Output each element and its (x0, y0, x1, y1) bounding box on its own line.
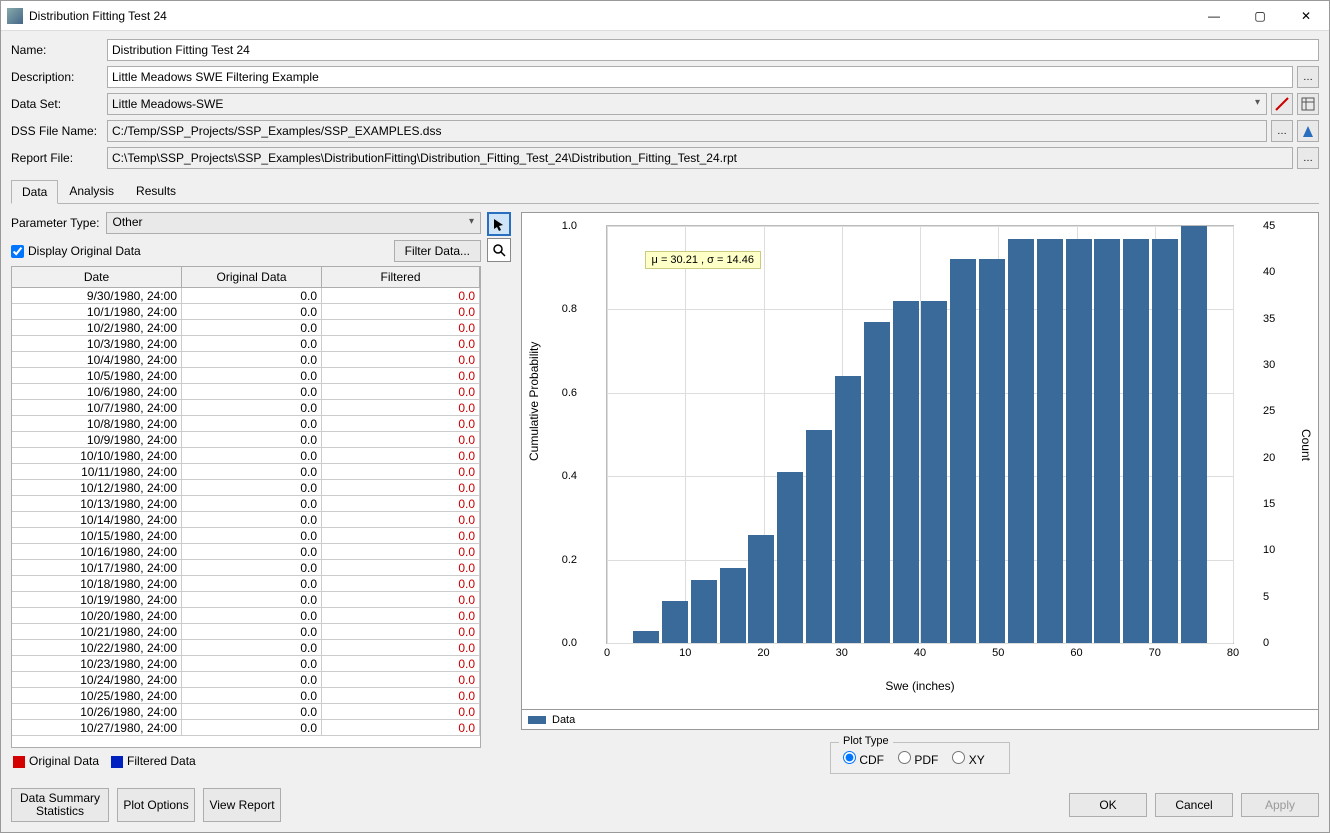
zoom-tool[interactable] (487, 238, 511, 262)
table-row[interactable]: 10/23/1980, 24:000.00.0 (12, 656, 480, 672)
y2-axis-label: Count (1299, 429, 1313, 461)
tab-results[interactable]: Results (125, 179, 187, 203)
report-label: Report File: (11, 151, 103, 165)
legend-data-label: Data (552, 714, 575, 726)
table-row[interactable]: 10/27/1980, 24:000.00.0 (12, 720, 480, 736)
table-row[interactable]: 10/19/1980, 24:000.00.0 (12, 592, 480, 608)
table-row[interactable]: 10/18/1980, 24:000.00.0 (12, 576, 480, 592)
name-label: Name: (11, 43, 103, 57)
data-grid: Date Original Data Filtered 9/30/1980, 2… (11, 266, 481, 748)
window: Distribution Fitting Test 24 — ▢ ✕ Name:… (0, 0, 1330, 833)
radio-pdf[interactable]: PDF (898, 751, 938, 767)
display-original-check-input[interactable] (11, 245, 24, 258)
y-axis-label: Cumulative Probability (527, 342, 541, 461)
report-browse-button[interactable]: … (1297, 147, 1319, 169)
plot-options-button[interactable]: Plot Options (117, 788, 195, 822)
radio-cdf[interactable]: CDF (843, 751, 884, 767)
table-row[interactable]: 10/13/1980, 24:000.00.0 (12, 496, 480, 512)
table-row[interactable]: 10/22/1980, 24:000.00.0 (12, 640, 480, 656)
dssfile-field: C:/Temp/SSP_Projects/SSP_Examples/SSP_EX… (107, 120, 1267, 142)
table-row[interactable]: 10/16/1980, 24:000.00.0 (12, 544, 480, 560)
chart-annotation: μ = 30.21 , σ = 14.46 (645, 251, 761, 269)
plot-area: 0.00.20.40.60.81.00510152025303540450102… (582, 225, 1258, 644)
content: Parameter Type: Other Display Original D… (1, 204, 1329, 782)
table-row[interactable]: 10/2/1980, 24:000.00.0 (12, 320, 480, 336)
table-row[interactable]: 10/15/1980, 24:000.00.0 (12, 528, 480, 544)
grid-header: Date Original Data Filtered (12, 267, 480, 288)
parameter-type-combo[interactable]: Other (106, 212, 482, 234)
dataset-plot-icon[interactable] (1271, 93, 1293, 115)
table-row[interactable]: 10/20/1980, 24:000.00.0 (12, 608, 480, 624)
col-original[interactable]: Original Data (182, 267, 322, 287)
form-area: Name: Distribution Fitting Test 24 Descr… (1, 31, 1329, 173)
dataset-label: Data Set: (11, 97, 103, 111)
col-filtered[interactable]: Filtered (322, 267, 480, 287)
ok-button[interactable]: OK (1069, 793, 1147, 817)
table-row[interactable]: 10/14/1980, 24:000.00.0 (12, 512, 480, 528)
minimize-button[interactable]: — (1191, 1, 1237, 31)
chart-toolcol (487, 212, 515, 774)
left-panel: Parameter Type: Other Display Original D… (11, 212, 481, 774)
plot-type-label: Plot Type (839, 735, 893, 747)
pointer-tool[interactable] (487, 212, 511, 236)
tab-data[interactable]: Data (11, 180, 58, 204)
dataset-combo[interactable]: Little Meadows-SWE (107, 93, 1267, 115)
right-panel: Cumulative Probability Count Swe (inches… (521, 212, 1319, 774)
data-summary-stats-button[interactable]: Data SummaryStatistics (11, 788, 109, 822)
plot-type-group: Plot Type CDF PDF XY (830, 742, 1010, 774)
table-row[interactable]: 10/24/1980, 24:000.00.0 (12, 672, 480, 688)
grid-legend: Original Data Filtered Data (11, 748, 481, 774)
name-field[interactable]: Distribution Fitting Test 24 (107, 39, 1319, 61)
legend-filtered: Filtered Data (111, 754, 196, 768)
table-row[interactable]: 10/6/1980, 24:000.00.0 (12, 384, 480, 400)
table-row[interactable]: 10/5/1980, 24:000.00.0 (12, 368, 480, 384)
maximize-button[interactable]: ▢ (1237, 1, 1283, 31)
window-title: Distribution Fitting Test 24 (29, 9, 1191, 23)
col-date[interactable]: Date (12, 267, 182, 287)
display-original-label: Display Original Data (28, 244, 141, 258)
table-row[interactable]: 9/30/1980, 24:000.00.0 (12, 288, 480, 304)
apply-button[interactable]: Apply (1241, 793, 1319, 817)
cancel-button[interactable]: Cancel (1155, 793, 1233, 817)
radio-xy[interactable]: XY (952, 751, 984, 767)
close-button[interactable]: ✕ (1283, 1, 1329, 31)
table-row[interactable]: 10/8/1980, 24:000.00.0 (12, 416, 480, 432)
legend-original: Original Data (13, 754, 99, 768)
titlebar: Distribution Fitting Test 24 — ▢ ✕ (1, 1, 1329, 31)
dssfile-browse-button[interactable]: … (1271, 120, 1293, 142)
table-row[interactable]: 10/10/1980, 24:000.00.0 (12, 448, 480, 464)
table-row[interactable]: 10/25/1980, 24:000.00.0 (12, 688, 480, 704)
table-row[interactable]: 10/7/1980, 24:000.00.0 (12, 400, 480, 416)
table-row[interactable]: 10/21/1980, 24:000.00.0 (12, 624, 480, 640)
footer: Data SummaryStatistics Plot Options View… (1, 782, 1329, 832)
description-label: Description: (11, 70, 103, 84)
view-report-button[interactable]: View Report (203, 788, 281, 822)
table-row[interactable]: 10/3/1980, 24:000.00.0 (12, 336, 480, 352)
report-field: C:\Temp\SSP_Projects\SSP_Examples\Distri… (107, 147, 1293, 169)
table-row[interactable]: 10/11/1980, 24:000.00.0 (12, 464, 480, 480)
table-row[interactable]: 10/4/1980, 24:000.00.0 (12, 352, 480, 368)
tab-analysis[interactable]: Analysis (58, 179, 125, 203)
filter-data-button[interactable]: Filter Data... (394, 240, 481, 262)
legend-bar-swatch (528, 716, 546, 724)
dssfile-label: DSS File Name: (11, 124, 103, 138)
display-original-checkbox[interactable]: Display Original Data (11, 244, 388, 258)
x-axis-label: Swe (inches) (522, 679, 1318, 693)
table-row[interactable]: 10/12/1980, 24:000.00.0 (12, 480, 480, 496)
tabs: Data Analysis Results (11, 179, 1319, 204)
grid-body[interactable]: 9/30/1980, 24:000.00.010/1/1980, 24:000.… (12, 288, 480, 747)
description-ellipsis-button[interactable]: … (1297, 66, 1319, 88)
chart-legend: Data (521, 710, 1319, 730)
dataset-table-icon[interactable] (1297, 93, 1319, 115)
table-row[interactable]: 10/9/1980, 24:000.00.0 (12, 432, 480, 448)
app-icon (7, 8, 23, 24)
dssfile-icon[interactable] (1297, 120, 1319, 142)
description-field[interactable]: Little Meadows SWE Filtering Example (107, 66, 1293, 88)
table-row[interactable]: 10/17/1980, 24:000.00.0 (12, 560, 480, 576)
parameter-type-label: Parameter Type: (11, 216, 100, 230)
chart[interactable]: Cumulative Probability Count Swe (inches… (521, 212, 1319, 710)
table-row[interactable]: 10/1/1980, 24:000.00.0 (12, 304, 480, 320)
table-row[interactable]: 10/26/1980, 24:000.00.0 (12, 704, 480, 720)
